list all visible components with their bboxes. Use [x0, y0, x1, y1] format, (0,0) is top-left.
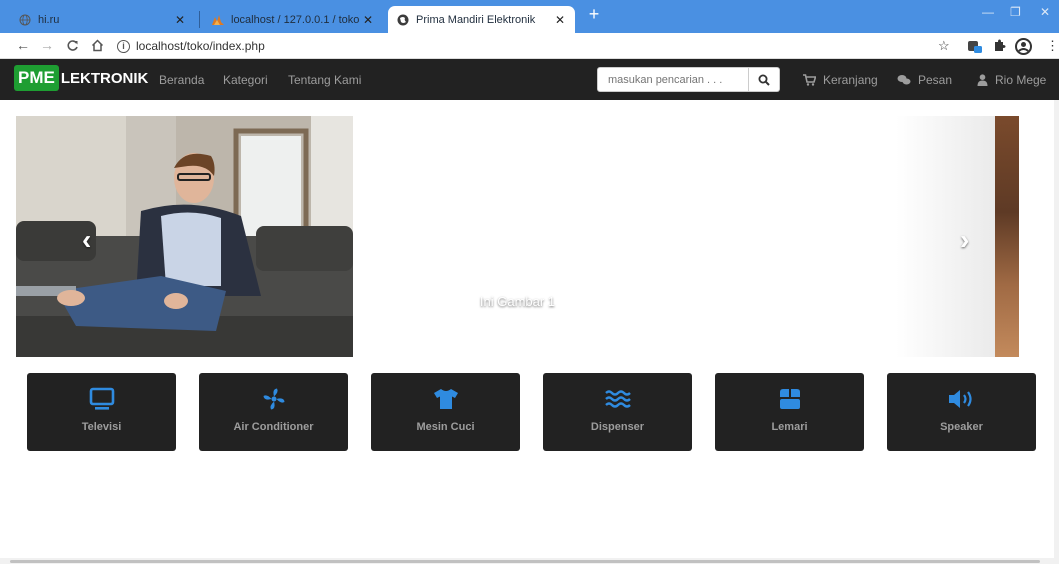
brand-highlight: PME [14, 65, 59, 91]
search-button[interactable] [749, 67, 780, 92]
category-tile-speaker[interactable]: Speaker [887, 373, 1036, 451]
tab-divider [199, 11, 200, 28]
browser-tab[interactable]: hi.ru ✕ [10, 6, 195, 33]
user-link[interactable]: Rio Mege [977, 73, 1046, 87]
fan-icon [199, 386, 348, 412]
cabinet-icon [715, 386, 864, 412]
category-label: Lemari [771, 421, 808, 433]
search-input[interactable] [597, 67, 749, 92]
category-grid: Televisi Air Conditioner Mesin Cuci Disp… [27, 373, 1036, 451]
nav-link-beranda[interactable]: Beranda [159, 73, 204, 87]
reload-icon[interactable] [63, 37, 81, 55]
site-navbar: PME LEKTRONIK Beranda Kategori Tentang K… [0, 59, 1059, 100]
cart-icon [803, 74, 816, 86]
chevron-right-icon[interactable]: › [960, 224, 969, 256]
category-tile-air-conditioner[interactable]: Air Conditioner [199, 373, 348, 451]
category-tile-lemari[interactable]: Lemari [715, 373, 864, 451]
close-tab-icon[interactable]: ✕ [173, 13, 187, 27]
cart-label: Keranjang [823, 73, 878, 87]
messages-label: Pesan [918, 73, 953, 87]
profile-icon[interactable] [1015, 38, 1032, 58]
url-text: localhost/toko/index.php [136, 39, 265, 53]
carousel-slide-image [16, 116, 353, 357]
category-label: Dispenser [590, 421, 645, 433]
browser-tab[interactable]: localhost / 127.0.0.1 / toko / pem ✕ [203, 6, 383, 33]
star-icon[interactable]: ☆ [938, 38, 950, 54]
brand-text: LEKTRONIK [60, 69, 149, 87]
category-label: Speaker [940, 421, 983, 433]
close-window-button[interactable]: ✕ [1040, 5, 1050, 19]
globe-icon [18, 13, 32, 27]
carousel-next-slide-image [995, 116, 1019, 357]
maximize-button[interactable]: ❐ [1010, 5, 1021, 19]
puzzle-icon[interactable] [992, 38, 1006, 55]
browser-tab-active[interactable]: Prima Mandiri Elektronik ✕ [388, 6, 575, 33]
tab-title: hi.ru [38, 13, 60, 26]
image-carousel: ‹ › Ini Gambar 1 [16, 116, 1019, 357]
globe-icon [396, 13, 410, 27]
water-icon [543, 386, 692, 412]
extension-icon[interactable] [967, 38, 983, 57]
user-label: Rio Mege [995, 73, 1047, 87]
nav-link-tentang-kami[interactable]: Tentang Kami [288, 73, 361, 87]
close-tab-icon[interactable]: ✕ [361, 13, 375, 27]
category-label: Televisi [81, 421, 122, 433]
category-tile-mesin-cuci[interactable]: Mesin Cuci [371, 373, 520, 451]
back-arrow-icon[interactable]: ← [14, 37, 32, 53]
horizontal-scrollbar-thumb[interactable] [10, 560, 1040, 563]
shirt-icon [371, 386, 520, 412]
close-tab-icon[interactable]: ✕ [553, 13, 567, 27]
category-tile-televisi[interactable]: Televisi [27, 373, 176, 451]
carousel-fade [896, 116, 996, 357]
new-tab-button[interactable]: + [583, 4, 605, 25]
chevron-left-icon[interactable]: ‹ [82, 224, 91, 256]
category-label: Mesin Cuci [416, 421, 475, 433]
category-label: Air Conditioner [233, 421, 314, 433]
tab-title: Prima Mandiri Elektronik [416, 13, 536, 26]
cart-link[interactable]: Keranjang [803, 73, 878, 87]
comments-icon [897, 74, 911, 86]
minimize-button[interactable]: — [982, 5, 994, 19]
home-icon[interactable] [88, 37, 106, 55]
phpmyadmin-icon [211, 13, 225, 27]
nav-link-kategori[interactable]: Kategori [223, 73, 268, 87]
messages-link[interactable]: Pesan [897, 73, 952, 87]
carousel-caption: Ini Gambar 1 [479, 294, 556, 309]
brand-logo[interactable]: PME LEKTRONIK [14, 65, 148, 91]
user-icon [977, 74, 988, 86]
category-tile-dispenser[interactable]: Dispenser [543, 373, 692, 451]
forward-arrow-icon[interactable]: → [38, 37, 56, 53]
browser-tab-strip: hi.ru ✕ localhost / 127.0.0.1 / toko / p… [0, 0, 1059, 33]
menu-kebab-icon[interactable]: ⋮ [1046, 38, 1059, 54]
search-form [597, 67, 780, 92]
vertical-scrollbar[interactable] [1054, 100, 1059, 560]
monitor-icon [27, 386, 176, 412]
url-field[interactable]: i localhost/toko/index.php [117, 36, 265, 56]
address-bar: ← → i localhost/toko/index.php ☆ ⋮ [0, 33, 1059, 59]
tab-title: localhost / 127.0.0.1 / toko / pem [231, 13, 361, 26]
search-icon [758, 74, 770, 86]
volume-icon [887, 386, 1036, 412]
info-icon[interactable]: i [117, 39, 130, 53]
